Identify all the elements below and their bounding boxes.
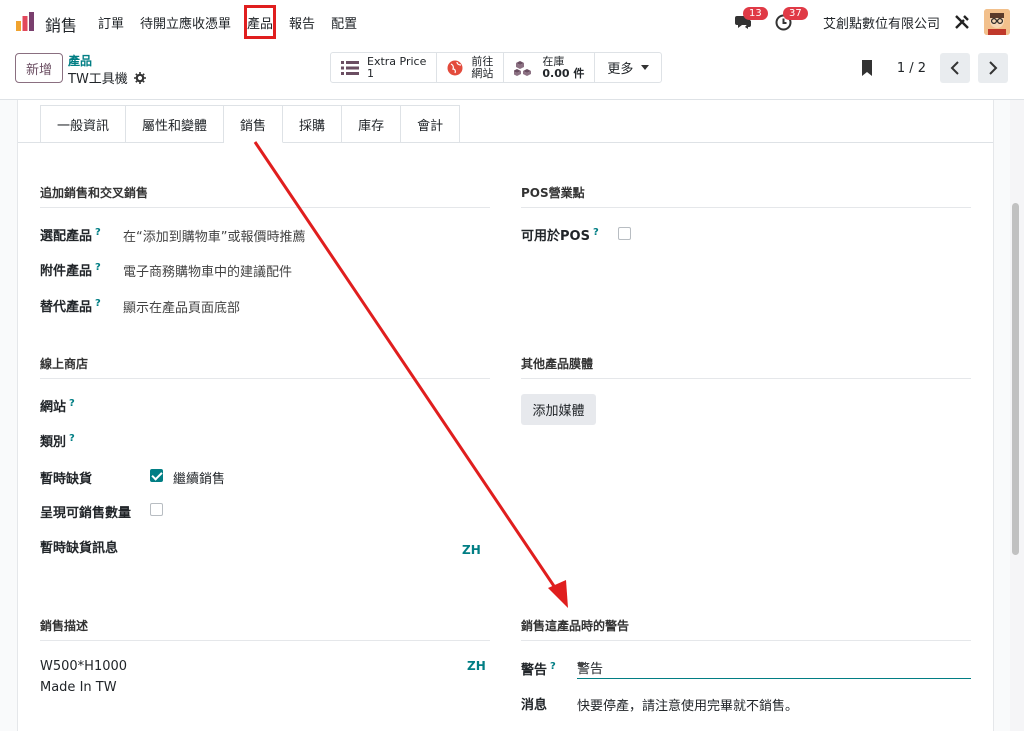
- on-hand-button[interactable]: 在庫 0.00 件: [504, 53, 596, 82]
- show-available-qty-checkbox[interactable]: [150, 503, 163, 516]
- section-description-title: 銷售描述: [40, 617, 490, 641]
- sales-description-line2[interactable]: Made In TW: [40, 680, 117, 695]
- messages-badge: 13: [742, 7, 768, 20]
- pager-previous-button[interactable]: [940, 53, 970, 83]
- extra-price-label: Extra Price: [367, 54, 427, 68]
- out-of-stock-message-label: 暫時缺貨訊息: [40, 541, 119, 556]
- boxes-icon: [514, 60, 532, 76]
- add-media-button[interactable]: 添加媒體: [521, 394, 596, 425]
- help-icon[interactable]: ?: [95, 262, 101, 273]
- available-in-pos-checkbox[interactable]: [618, 227, 631, 240]
- caret-down-icon: [641, 65, 650, 70]
- menu-configuration[interactable]: 配置: [323, 0, 365, 44]
- help-icon[interactable]: ?: [69, 398, 75, 409]
- website-label: 網站?: [40, 397, 75, 415]
- section-warning-title: 銷售這產品時的警告: [521, 617, 971, 641]
- warning-message-field[interactable]: 快要停產，請注意使用完畢就不銷售。: [577, 695, 798, 714]
- help-icon[interactable]: ?: [550, 661, 556, 672]
- more-label: 更多: [607, 62, 634, 77]
- on-hand-qty: 0.00 件: [542, 66, 585, 80]
- alternative-products-label: 替代產品?: [40, 297, 101, 315]
- tab-accounting[interactable]: 會計: [401, 105, 461, 143]
- language-toggle[interactable]: ZH: [467, 659, 486, 673]
- tab-inventory[interactable]: 庫存: [342, 105, 402, 143]
- activities-button[interactable]: 37: [771, 7, 808, 35]
- chevron-right-icon: [989, 61, 998, 75]
- smart-buttons: Extra Price 1 前往 網站 在庫 0.00 件 更多: [330, 52, 663, 83]
- message-label: 消息: [521, 698, 548, 713]
- sales-app-icon[interactable]: [14, 11, 36, 33]
- help-icon[interactable]: ?: [69, 433, 75, 444]
- continue-selling-label[interactable]: 繼續銷售: [173, 468, 225, 487]
- globe-icon: [447, 60, 463, 75]
- tab-attributes-variants[interactable]: 屬性和變體: [126, 105, 225, 143]
- caret-down-icon: [577, 663, 585, 668]
- chevron-left-icon: [950, 61, 959, 75]
- menu-orders[interactable]: 訂單: [90, 0, 132, 44]
- tab-purchase[interactable]: 採購: [283, 105, 343, 143]
- pager-next-button[interactable]: [978, 53, 1008, 83]
- main-menu: 訂單 待開立應收憑單 產品 報告 配置: [90, 0, 365, 44]
- pager-value[interactable]: 1 / 2: [897, 61, 926, 76]
- help-icon[interactable]: ?: [593, 227, 599, 238]
- tools-icon[interactable]: [954, 14, 970, 30]
- category-label: 類別?: [40, 432, 75, 450]
- tab-sales[interactable]: 銷售: [224, 105, 284, 143]
- show-available-qty-label: 呈現可銷售數量: [40, 506, 132, 521]
- navbar-right: 13 37 艾創點數位有限公司: [731, 0, 1010, 44]
- out-of-stock-label: 暫時缺貨: [40, 472, 93, 487]
- extra-price-count: 1: [367, 66, 374, 80]
- alternative-products-field[interactable]: 顯示在產品頁面底部: [123, 297, 240, 316]
- new-button[interactable]: 新增: [15, 53, 63, 83]
- menu-products[interactable]: 產品: [239, 0, 281, 44]
- menu-reporting[interactable]: 報告: [281, 0, 323, 44]
- tab-general-info[interactable]: 一般資訊: [40, 105, 127, 143]
- section-media-title: 其他產品膜體: [521, 355, 971, 379]
- sales-description-line1[interactable]: W500*H1000: [40, 659, 127, 674]
- menu-to-invoice[interactable]: 待開立應收憑單: [132, 0, 239, 44]
- list-icon: [341, 60, 359, 75]
- top-navbar: 銷售 訂單 待開立應收憑單 產品 報告 配置 13 37 艾創點數位有限公司: [0, 0, 1024, 44]
- extra-price-button[interactable]: Extra Price 1: [331, 53, 438, 82]
- form-sheet: 一般資訊 屬性和變體 銷售 採購 庫存 會計 追加銷售和交叉銷售 選配產品? 在…: [17, 100, 994, 731]
- help-icon[interactable]: ?: [95, 298, 101, 309]
- accessory-products-field[interactable]: 電子商務購物車中的建議配件: [123, 261, 292, 280]
- messages-button[interactable]: 13: [731, 7, 768, 35]
- accessory-products-label: 附件產品?: [40, 261, 101, 279]
- scrollbar[interactable]: [1012, 203, 1019, 555]
- available-in-pos-label: 可用於POS?: [521, 226, 599, 244]
- notebook-tabs: 一般資訊 屬性和變體 銷售 採購 庫存 會計: [40, 105, 461, 143]
- more-button[interactable]: 更多: [595, 53, 661, 82]
- section-shop-title: 線上商店: [40, 355, 490, 379]
- company-switcher[interactable]: 艾創點數位有限公司: [823, 13, 940, 32]
- go-to-label: 前往: [471, 54, 494, 68]
- optional-products-label: 選配產品?: [40, 226, 101, 244]
- section-pos-title: POS營業點: [521, 184, 971, 208]
- app-name[interactable]: 銷售: [45, 12, 77, 36]
- user-avatar[interactable]: [984, 9, 1010, 35]
- breadcrumb-parent[interactable]: 產品: [68, 52, 92, 69]
- on-hand-label: 在庫: [542, 54, 565, 68]
- section-upsell-title: 追加銷售和交叉銷售: [40, 184, 490, 208]
- activities-badge: 37: [782, 7, 808, 20]
- continue-selling-checkbox[interactable]: [150, 469, 163, 482]
- language-toggle[interactable]: ZH: [462, 543, 481, 557]
- bookmark-icon[interactable]: [861, 60, 873, 76]
- optional-products-field[interactable]: 在“添加到購物車”或報價時推薦: [123, 226, 305, 245]
- record-name: TW工具機: [68, 72, 128, 87]
- warning-select[interactable]: 警告: [577, 653, 971, 679]
- go-to-website-button[interactable]: 前往 網站: [437, 53, 505, 82]
- website-label: 網站: [471, 66, 494, 80]
- help-icon[interactable]: ?: [95, 227, 101, 238]
- warning-label: 警告?: [521, 660, 556, 678]
- control-panel: 新增 產品 TW工具機 Extra Price 1 前往 網站 在庫 0.00 件 更…: [0, 44, 1024, 100]
- gear-icon[interactable]: [133, 71, 146, 84]
- pager: 1 / 2: [861, 53, 1008, 83]
- breadcrumb-current: TW工具機: [68, 68, 146, 87]
